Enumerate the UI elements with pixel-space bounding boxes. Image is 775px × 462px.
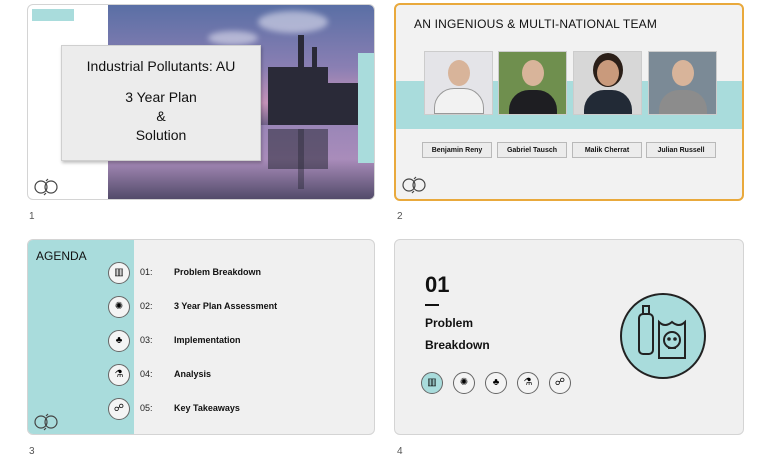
- agenda-label: Problem Breakdown: [174, 267, 262, 277]
- agenda-label: Analysis: [174, 369, 212, 379]
- agenda-number: 05:: [140, 403, 153, 413]
- plastic-pollution-skull-icon: [620, 293, 706, 379]
- title-box: Industrial Pollutants: AU 3 Year Plan & …: [61, 45, 261, 161]
- section-number: 01: [425, 272, 450, 297]
- hand-plant-icon: ♣: [108, 330, 130, 352]
- agenda-heading: AGENDA: [36, 249, 87, 263]
- virus-icon: ✺: [453, 372, 475, 394]
- section-heading: Problem Breakdown: [425, 316, 490, 352]
- member-photo: [424, 51, 493, 115]
- member-name: Benjamin Reny: [422, 142, 492, 158]
- slide-thumbnail-3[interactable]: AGENDA ▥ 01: Problem Breakdown ✺ 02: 3 Y…: [27, 239, 375, 435]
- agenda-number: 01:: [140, 267, 153, 277]
- recycle-arrows-icon: [34, 178, 58, 196]
- member-name: Gabriel Tausch: [497, 142, 567, 158]
- slide-thumbnail-1[interactable]: Industrial Pollutants: AU 3 Year Plan & …: [27, 4, 375, 200]
- people-network-icon: ☍: [108, 398, 130, 420]
- member-name: Julian Russell: [646, 142, 716, 158]
- slide-number: 4: [397, 446, 403, 457]
- agenda-label: Key Takeaways: [174, 403, 240, 413]
- agenda-label: 3 Year Plan Assessment: [174, 301, 278, 311]
- analysis-icon: ⚗: [517, 372, 539, 394]
- slide-title: Industrial Pollutants: AU: [86, 58, 236, 74]
- agenda-number: 04:: [140, 369, 153, 379]
- member-photo: [573, 51, 642, 115]
- analysis-icon: ⚗: [108, 364, 130, 386]
- slide-number: 2: [397, 211, 403, 222]
- slide-subtitle: 3 Year Plan & Solution: [125, 89, 197, 143]
- slide-title: AN INGENIOUS & MULTI-NATIONAL TEAM: [414, 17, 658, 31]
- agenda-number: 03:: [140, 335, 153, 345]
- slide-thumbnail-4[interactable]: 01 Problem Breakdown ▥ ✺ ♣ ⚗ ☍: [394, 239, 744, 435]
- recycle-arrows-icon: [402, 176, 426, 194]
- slide-number: 1: [29, 211, 35, 222]
- hand-plant-icon: ♣: [485, 372, 507, 394]
- factory-icon: ▥: [421, 372, 443, 394]
- people-network-icon: ☍: [549, 372, 571, 394]
- virus-icon: ✺: [108, 296, 130, 318]
- teal-accent-bar: [32, 9, 74, 21]
- slide-number: 3: [29, 446, 35, 457]
- agenda-number: 02:: [140, 301, 153, 311]
- member-photo: [648, 51, 717, 115]
- divider: [425, 304, 439, 306]
- member-photo: [498, 51, 567, 115]
- slide-thumbnail-2[interactable]: AN INGENIOUS & MULTI-NATIONAL TEAM Benja…: [394, 3, 744, 201]
- member-name: Malik Cherrat: [572, 142, 642, 158]
- teal-accent-bar: [358, 53, 374, 163]
- factory-icon: ▥: [108, 262, 130, 284]
- recycle-arrows-icon: [34, 413, 58, 431]
- agenda-label: Implementation: [174, 335, 241, 345]
